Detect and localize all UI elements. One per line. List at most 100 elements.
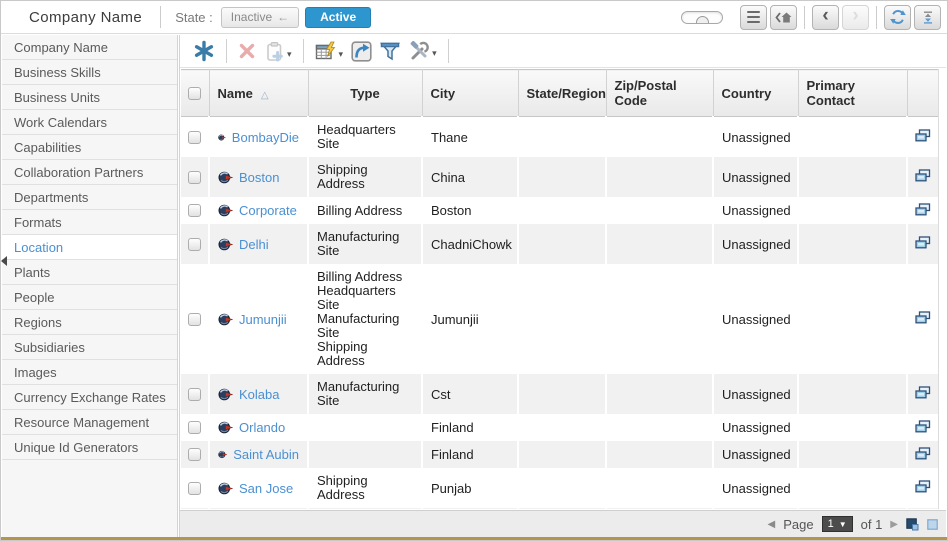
row-checkbox[interactable]	[188, 238, 201, 251]
row-checkbox[interactable]	[188, 204, 201, 217]
tools-button[interactable]: ▾	[408, 41, 437, 61]
sidebar-item-departments[interactable]: Departments	[2, 185, 177, 210]
location-name-link[interactable]: San Jose	[239, 481, 293, 496]
active-state-button[interactable]: Active	[305, 7, 371, 28]
zip-cell	[606, 117, 713, 158]
table-row: Kolaba Manufacturing Site Cst Unassigned	[181, 374, 938, 414]
row-checkbox[interactable]	[188, 171, 201, 184]
print-button[interactable]	[907, 441, 938, 468]
page-number-dropdown[interactable]: 1 ▼	[822, 516, 853, 532]
dropdown-caret-icon: ▾	[339, 50, 344, 62]
print-button[interactable]	[907, 414, 938, 441]
zip-cell	[606, 468, 713, 508]
globe-arrow-icon	[218, 388, 233, 401]
column-header-state[interactable]: State/Region	[518, 70, 606, 117]
column-header-name[interactable]: Name△	[209, 70, 308, 117]
filter-button[interactable]	[380, 42, 400, 61]
sidebar-item-people[interactable]: People	[2, 285, 177, 310]
location-name-link[interactable]: Kolaba	[239, 387, 279, 402]
home-collapse-button[interactable]	[770, 5, 797, 30]
print-button[interactable]	[907, 264, 938, 374]
primary-contact-cell	[798, 264, 907, 374]
expand-collapse-button[interactable]	[914, 5, 941, 30]
sidebar-item-collaboration-partners[interactable]: Collaboration Partners	[2, 160, 177, 185]
toggle-switch[interactable]	[681, 11, 723, 24]
sidebar-item-company-name[interactable]: Company Name	[2, 35, 177, 60]
location-name-link[interactable]: BombayDie	[232, 130, 299, 145]
sidebar-item-capabilities[interactable]: Capabilities	[2, 135, 177, 160]
new-record-button[interactable]	[193, 40, 215, 62]
state-cell	[518, 441, 606, 468]
sidebar-item-plants[interactable]: Plants	[2, 260, 177, 285]
type-cell: Shipping Address	[308, 468, 422, 508]
row-checkbox[interactable]	[188, 388, 201, 401]
print-button[interactable]	[907, 117, 938, 158]
table-actions-button[interactable]: ▾	[315, 41, 344, 62]
row-checkbox[interactable]	[188, 421, 201, 434]
row-checkbox[interactable]	[188, 448, 201, 461]
menu-button[interactable]	[740, 5, 767, 30]
column-header-country[interactable]: Country	[713, 70, 798, 117]
city-cell: China	[422, 157, 518, 197]
paste-add-button[interactable]: ▾	[264, 41, 292, 62]
sidebar-item-business-units[interactable]: Business Units	[2, 85, 177, 110]
city-cell: Punjab	[422, 468, 518, 508]
refresh-icon	[890, 9, 906, 25]
sidebar-item-unique-id-generators[interactable]: Unique Id Generators	[2, 435, 177, 460]
location-name-link[interactable]: Saint Aubin	[233, 447, 299, 462]
print-button[interactable]	[907, 197, 938, 224]
location-name-link[interactable]: Jumunjii	[239, 312, 287, 327]
delete-button[interactable]	[238, 42, 256, 60]
select-all-checkbox[interactable]	[188, 87, 201, 100]
location-name-link[interactable]: Corporate	[239, 203, 297, 218]
location-name-link[interactable]: Delhi	[239, 237, 269, 252]
sidebar-item-currency-exchange-rates[interactable]: Currency Exchange Rates	[2, 385, 177, 410]
primary-contact-cell	[798, 157, 907, 197]
table-header-row: Name△ Type City State/Region Zip/Postal …	[181, 70, 938, 117]
sidebar-collapse-handle[interactable]	[1, 256, 7, 266]
sidebar-item-business-skills[interactable]: Business Skills	[2, 60, 177, 85]
print-icon	[915, 386, 931, 399]
row-checkbox[interactable]	[188, 313, 201, 326]
next-page-icon[interactable]: ▶	[890, 519, 898, 530]
primary-contact-cell	[798, 441, 907, 468]
grid-view-alt-icon[interactable]	[927, 519, 938, 530]
refresh-button[interactable]	[884, 5, 911, 30]
print-button[interactable]	[907, 157, 938, 197]
row-checkbox[interactable]	[188, 482, 201, 495]
print-button[interactable]	[907, 508, 938, 509]
column-header-primary-contact[interactable]: Primary Contact	[798, 70, 907, 117]
state-cell	[518, 414, 606, 441]
export-button[interactable]	[351, 41, 372, 62]
print-button[interactable]	[907, 468, 938, 508]
back-button[interactable]: ‹	[812, 5, 839, 30]
divider	[303, 39, 304, 63]
sidebar-item-location[interactable]: Location	[2, 235, 177, 260]
column-header-zip[interactable]: Zip/Postal Code	[606, 70, 713, 117]
sidebar-item-work-calendars[interactable]: Work Calendars	[2, 110, 177, 135]
zip-cell	[606, 441, 713, 468]
print-button[interactable]	[907, 224, 938, 264]
sidebar-item-resource-management[interactable]: Resource Management	[2, 410, 177, 435]
table-row: Delhi Manufacturing Site ChadniChowk Una…	[181, 224, 938, 264]
column-header-city[interactable]: City	[422, 70, 518, 117]
inactive-state-button[interactable]: Inactive ←	[221, 7, 299, 28]
location-name-link[interactable]: Orlando	[239, 420, 285, 435]
state-cell: China	[518, 508, 606, 509]
sidebar-item-subsidiaries[interactable]: Subsidiaries	[2, 335, 177, 360]
column-header-type[interactable]: Type	[308, 70, 422, 117]
sidebar-item-images[interactable]: Images	[2, 360, 177, 385]
forward-button[interactable]: ›	[842, 5, 869, 30]
grid-view-selected-icon[interactable]	[906, 518, 919, 531]
curved-arrow-icon	[351, 41, 372, 62]
country-cell: Unassigned	[713, 441, 798, 468]
print-button[interactable]	[907, 374, 938, 414]
primary-contact-cell	[798, 197, 907, 224]
row-checkbox[interactable]	[188, 131, 201, 144]
previous-page-icon[interactable]: ◀	[767, 519, 775, 530]
state-cell	[518, 224, 606, 264]
sidebar-item-regions[interactable]: Regions	[2, 310, 177, 335]
toolbar: ▾ ▾	[180, 35, 946, 68]
location-name-link[interactable]: Boston	[239, 170, 279, 185]
sidebar-item-formats[interactable]: Formats	[2, 210, 177, 235]
